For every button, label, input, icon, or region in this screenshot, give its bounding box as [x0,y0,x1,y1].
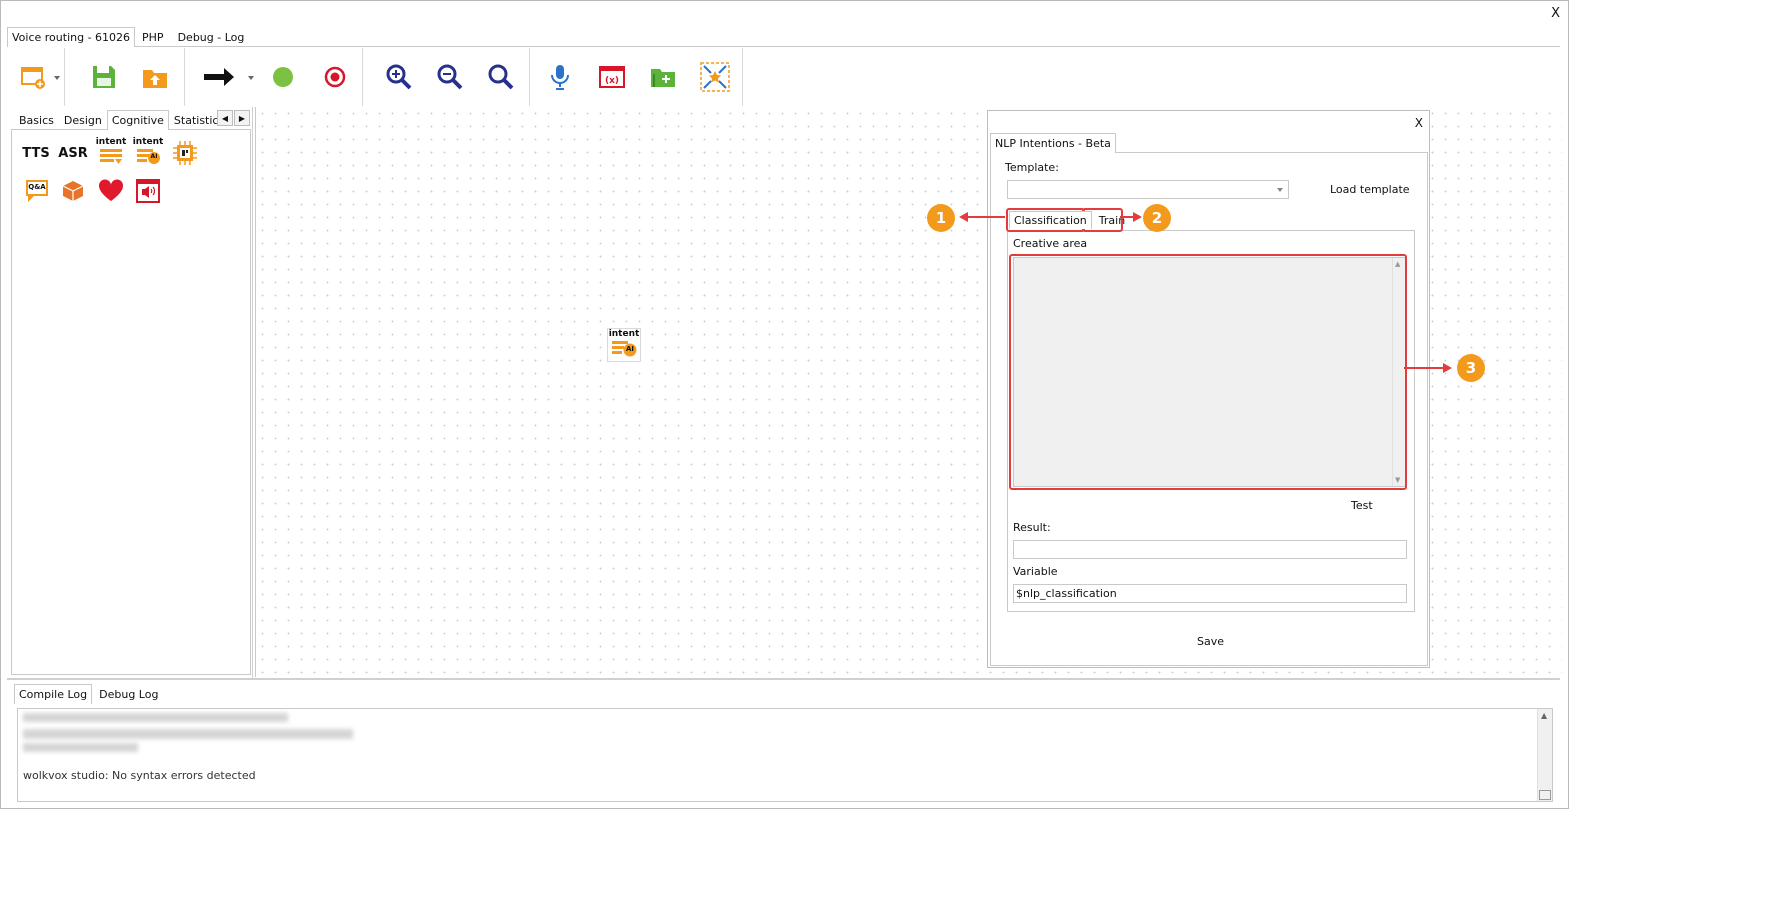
tab-design[interactable]: Design [58,110,107,130]
compile-log-output[interactable]: wolkvox studio: No syntax errors detecte… [17,708,1553,802]
qa-icon-label: Q&A [28,183,46,191]
chip-icon[interactable] [170,138,200,168]
connector-dropdown-icon[interactable] [248,76,254,80]
variables-icon[interactable]: (x) [592,57,632,97]
zoom-out-icon[interactable] [430,57,470,97]
expand-icon[interactable] [695,57,735,97]
save-icon[interactable] [84,57,124,97]
tab-cognitive[interactable]: Cognitive [106,110,169,130]
toolbar-separator [184,48,185,106]
scroll-down-icon[interactable] [1539,790,1551,800]
tab-debug-log[interactable]: Debug - Log [172,27,250,47]
callout-badge-1: 1 [927,204,955,232]
intent-ai-node-badge: AI [625,345,635,353]
callout-1-line [967,216,1005,218]
callout-2-arrowhead [1133,212,1142,222]
palette-tabs: Basics Design Cognitive Statistics [14,110,230,130]
callout-badge-3: 3 [1457,354,1485,382]
new-flow-dropdown-icon[interactable] [54,76,60,80]
qa-symbol: Q&A [24,178,50,204]
intent-icon-label: intent [95,136,127,147]
tab-voice-routing[interactable]: Voice routing - 61026 [7,27,136,47]
load-template-button[interactable]: Load template [1330,183,1410,196]
nlp-panel-tab[interactable]: NLP Intentions - Beta [990,133,1116,153]
template-label: Template: [1005,161,1059,174]
callout-3-line [1404,367,1444,369]
toolbar-separator [529,48,530,106]
document-tabs: Voice routing - 61026 PHP Debug - Log [7,27,250,47]
redacted-log-line [23,743,138,752]
tab-classification[interactable]: Classification [1009,211,1092,229]
creative-area-label: Creative area [1013,237,1088,250]
tab-php[interactable]: PHP [137,27,169,47]
intent-ai-icon-label: intent [132,136,164,147]
variable-label: Variable [1013,565,1058,578]
window-close-button[interactable]: X [1551,6,1560,21]
app-window: X Voice routing - 61026 PHP Debug - Log [0,0,1569,809]
callout-3-arrowhead [1443,363,1452,373]
log-message: wolkvox studio: No syntax errors detecte… [23,769,256,782]
redacted-log-line [23,713,288,722]
template-select[interactable] [1007,180,1289,199]
callout-badge-2: 2 [1143,204,1171,232]
intent-ai-node-label: intent [608,329,640,339]
tab-debug-log-bottom[interactable]: Debug Log [94,684,164,704]
toolbar-separator [64,48,65,106]
log-tabs: Compile Log Debug Log [14,684,164,704]
asr-icon[interactable]: ASR [58,138,88,168]
microphone-icon[interactable] [540,57,580,97]
connector-arrow-icon[interactable] [199,57,239,97]
heart-icon[interactable] [96,176,126,206]
package-icon[interactable] [58,176,88,206]
tab-basics[interactable]: Basics [14,110,59,130]
palette-scroll-left-button[interactable]: ◀ [217,110,233,126]
palette-scroll-right-button[interactable]: ▶ [234,110,250,126]
zoom-fit-icon[interactable] [481,57,521,97]
callout-2-line [1120,216,1134,218]
variable-value: $nlp_classification [1016,587,1117,600]
log-scrollbar[interactable]: ▲ [1537,709,1552,801]
intent-ai-node[interactable]: intent AI [607,328,641,362]
tts-icon[interactable]: TTS [21,138,51,168]
palette-splitter[interactable] [252,107,253,679]
intent-icon[interactable]: intent [96,136,126,166]
intent-ai-node-symbol: AI [611,339,637,358]
intent-ai-icon[interactable]: intent AI [133,136,163,166]
log-splitter[interactable] [7,678,1560,680]
audio-player-icon[interactable] [133,176,163,206]
variable-field[interactable]: $nlp_classification [1013,584,1407,603]
start-node-icon[interactable] [263,57,303,97]
intent-ai-symbol: AI [136,147,160,165]
result-label: Result: [1013,521,1051,534]
zoom-in-icon[interactable] [379,57,419,97]
tab-compile-log[interactable]: Compile Log [14,684,93,704]
scroll-up-icon[interactable]: ▲ [1541,711,1547,720]
add-folder-icon[interactable] [643,57,683,97]
result-field[interactable] [1013,540,1407,559]
toolbar-separator [362,48,363,106]
new-flow-icon[interactable] [13,57,53,97]
qa-icon[interactable]: Q&A [22,176,52,206]
creative-area-highlight [1009,254,1407,490]
toolbar-separator [742,48,743,106]
cognitive-palette: TTS ASR intent intent AI Q&A [11,129,251,675]
test-button[interactable]: Test [1351,499,1373,512]
callout-1-arrowhead [959,212,968,222]
svg-text:(x): (x) [605,76,619,86]
tabs-divider [7,46,1560,47]
chevron-down-icon [1277,188,1283,192]
upload-icon[interactable] [135,57,175,97]
save-button[interactable]: Save [1197,635,1224,648]
intent-ai-badge: AI [150,152,158,160]
nlp-panel-close-button[interactable]: X [1415,116,1423,130]
redacted-log-line [23,729,353,739]
end-node-icon[interactable] [315,57,355,97]
